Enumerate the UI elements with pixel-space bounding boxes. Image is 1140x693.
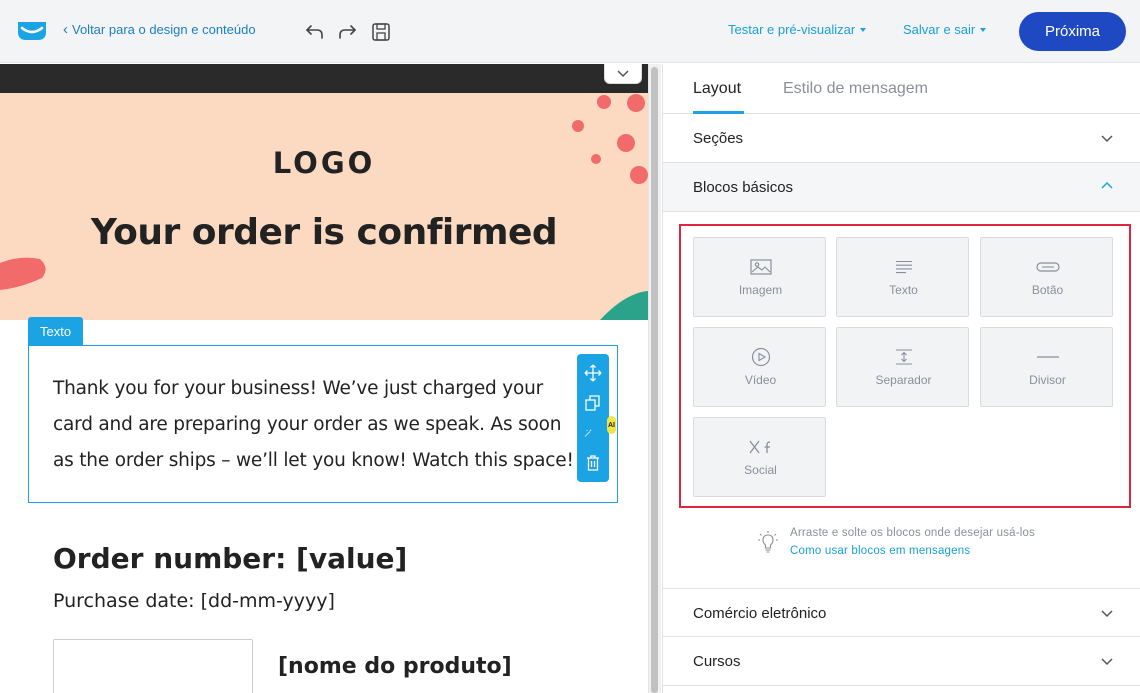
chevron-down-icon bbox=[617, 69, 629, 77]
chevron-down-icon bbox=[1101, 658, 1113, 666]
test-preview-menu[interactable]: Testar e pré-visualizar bbox=[728, 22, 867, 37]
ai-badge: AI bbox=[607, 416, 616, 434]
block-divider[interactable]: Divisor bbox=[980, 327, 1113, 407]
lightbulb-icon bbox=[758, 531, 778, 553]
panel-tabs: Layout Estilo de mensagem bbox=[663, 64, 1140, 114]
canvas-scrollbar-thumb[interactable] bbox=[651, 67, 658, 693]
accordion-sections-label: Seções bbox=[693, 130, 744, 147]
block-spacer-label: Separador bbox=[875, 373, 932, 387]
canvas-top-bar bbox=[0, 64, 648, 93]
chevron-left-icon: ‹ bbox=[63, 21, 68, 38]
next-button[interactable]: Próxima bbox=[1019, 12, 1126, 51]
block-social[interactable]: Social bbox=[693, 417, 826, 497]
accordion-courses-label: Cursos bbox=[693, 653, 741, 670]
spacer-icon bbox=[837, 346, 970, 368]
move-icon[interactable] bbox=[584, 364, 602, 382]
hero-title: Your order is confirmed bbox=[90, 212, 558, 253]
caret-down-icon bbox=[860, 27, 867, 32]
block-video-label: Vídeo bbox=[744, 373, 777, 387]
chevron-down-icon bbox=[1101, 610, 1113, 618]
block-divider-label: Divisor bbox=[1029, 373, 1066, 387]
block-social-label: Social bbox=[744, 463, 777, 477]
collapse-toggle[interactable] bbox=[604, 64, 642, 84]
save-icon[interactable] bbox=[371, 22, 391, 42]
divider-icon bbox=[981, 346, 1114, 368]
caret-down-icon bbox=[980, 27, 987, 32]
back-to-design-label: Voltar para o design e conteúdo bbox=[72, 22, 256, 37]
drag-drop-hint: Arraste e solte os blocos onde desejar u… bbox=[790, 527, 1036, 539]
email-canvas: LOGO Your order is confirmed Texto Thank… bbox=[0, 64, 648, 693]
order-number-heading[interactable]: Order number: [value] bbox=[53, 542, 407, 575]
video-icon bbox=[694, 346, 827, 368]
block-image-label: Imagem bbox=[738, 283, 783, 297]
hero-decoration bbox=[0, 94, 648, 320]
accordion-courses[interactable]: Cursos bbox=[663, 637, 1140, 686]
accordion-sections[interactable]: Seções bbox=[663, 114, 1140, 163]
block-toolbar: AI bbox=[577, 354, 616, 482]
block-spacer[interactable]: Separador bbox=[836, 327, 969, 407]
ai-magic-wand-icon[interactable]: AI bbox=[584, 416, 616, 442]
chevron-down-icon bbox=[1101, 135, 1113, 143]
save-exit-menu[interactable]: Salvar e sair bbox=[903, 22, 987, 37]
accordion-basic-blocks[interactable]: Blocos básicos bbox=[663, 163, 1140, 212]
purchase-date-text[interactable]: Purchase date: [dd-mm-yyyy] bbox=[53, 590, 335, 612]
block-video[interactable]: Vídeo bbox=[693, 327, 826, 407]
accordion-basic-blocks-label: Blocos básicos bbox=[693, 179, 794, 196]
block-text-label: Texto bbox=[889, 283, 918, 297]
how-to-use-blocks-link[interactable]: Como usar blocos em mensagens bbox=[790, 545, 970, 557]
product-image-placeholder[interactable] bbox=[53, 639, 253, 693]
tab-layout[interactable]: Layout bbox=[693, 80, 741, 98]
email-hero[interactable]: LOGO Your order is confirmed bbox=[0, 93, 648, 320]
product-name[interactable]: [nome do produto] bbox=[278, 654, 512, 679]
text-icon bbox=[837, 256, 970, 278]
text-block-content[interactable]: Thank you for your business! We’ve just … bbox=[53, 371, 583, 479]
editor-panel: Layout Estilo de mensagem Seções Blocos … bbox=[662, 64, 1140, 693]
getresponse-logo-icon[interactable] bbox=[17, 21, 47, 41]
block-button[interactable]: Botão bbox=[980, 237, 1113, 317]
block-image[interactable]: Imagem bbox=[693, 237, 826, 317]
button-icon bbox=[981, 256, 1114, 278]
back-to-design-link[interactable]: ‹ Voltar para o design e conteúdo bbox=[63, 22, 256, 37]
image-icon bbox=[694, 256, 827, 278]
redo-icon[interactable] bbox=[337, 21, 357, 41]
test-preview-label: Testar e pré-visualizar bbox=[728, 22, 856, 37]
text-block[interactable]: Thank you for your business! We’ve just … bbox=[28, 345, 618, 503]
accordion-ecommerce[interactable]: Comércio eletrônico bbox=[663, 588, 1140, 637]
trash-icon[interactable] bbox=[584, 454, 602, 472]
text-block-tag: Texto bbox=[28, 317, 84, 346]
duplicate-icon[interactable] bbox=[584, 394, 602, 412]
accordion-ecommerce-label: Comércio eletrônico bbox=[693, 605, 827, 622]
top-bar: ‹ Voltar para o design e conteúdo Testar… bbox=[0, 0, 1140, 63]
tab-message-style[interactable]: Estilo de mensagem bbox=[783, 80, 928, 98]
email-logo: LOGO bbox=[272, 146, 376, 180]
undo-icon[interactable] bbox=[305, 21, 325, 41]
block-text[interactable]: Texto bbox=[836, 237, 969, 317]
save-exit-label: Salvar e sair bbox=[903, 22, 976, 37]
block-button-label: Botão bbox=[1031, 283, 1064, 297]
social-icon bbox=[694, 436, 827, 458]
chevron-up-icon bbox=[1101, 181, 1113, 189]
